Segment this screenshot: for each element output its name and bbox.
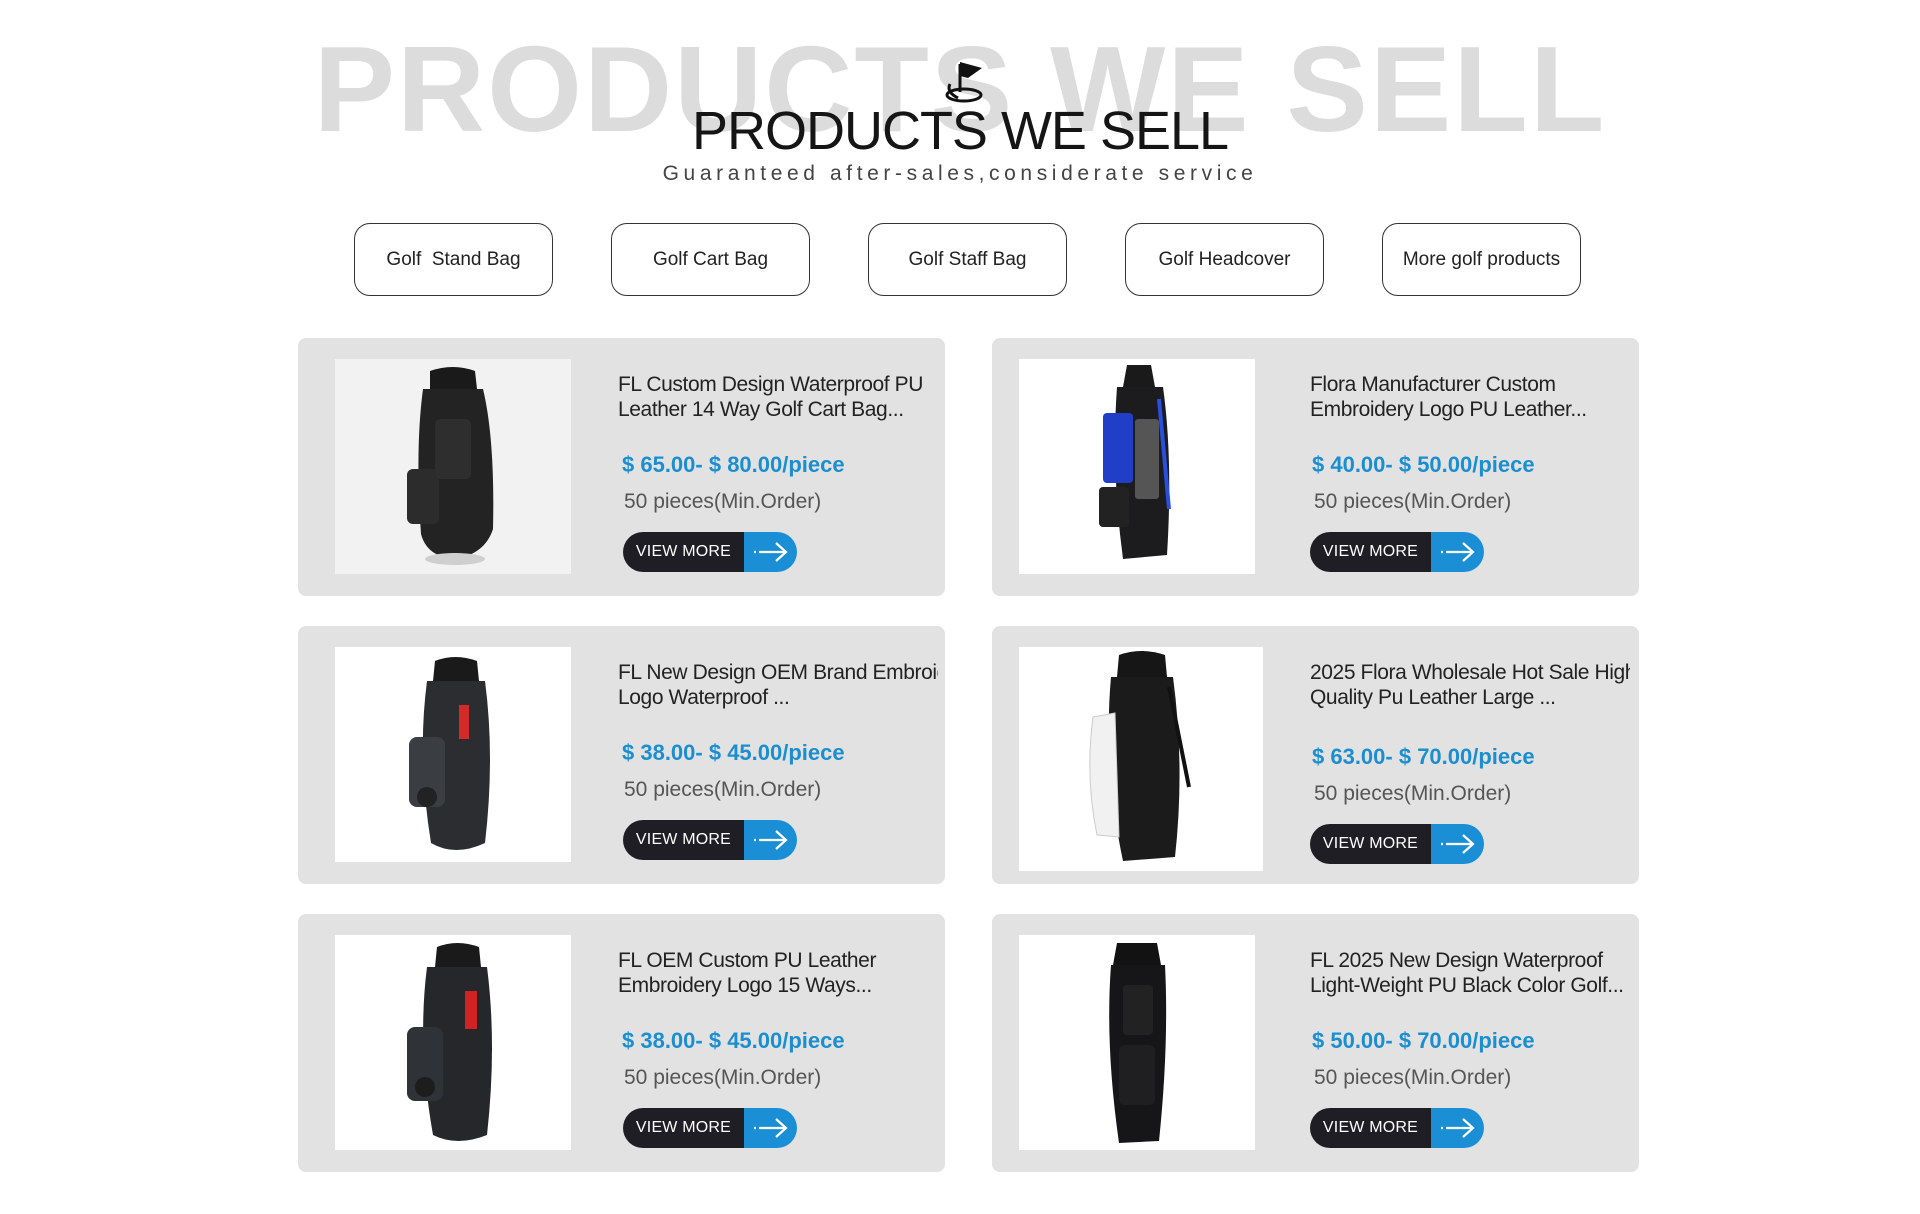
product-min-order: 50 pieces(Min.Order)	[1314, 782, 1512, 805]
tab-golf-staff-bag[interactable]: Golf Staff Bag	[868, 223, 1067, 296]
view-more-label: VIEW MORE	[1310, 532, 1431, 572]
arrow-right-icon	[744, 532, 797, 572]
product-title[interactable]: FL OEM Custom PU Leather Embroidery Logo…	[618, 948, 938, 998]
arrow-right-icon	[744, 820, 797, 860]
product-title[interactable]: FL New Design OEM Brand Embroidery Logo …	[618, 660, 938, 710]
product-price: $ 38.00- $ 45.00/piece	[622, 740, 845, 765]
section-header: PRODUCTS WE SELL PRODUCTS WE SELL Guaran…	[0, 0, 1920, 200]
product-title[interactable]: 2025 Flora Wholesale Hot Sale High Quali…	[1310, 660, 1630, 710]
view-more-label: VIEW MORE	[1310, 824, 1431, 864]
product-min-order: 50 pieces(Min.Order)	[624, 778, 822, 801]
product-image[interactable]	[1019, 647, 1263, 871]
product-image[interactable]	[335, 359, 571, 574]
golf-flag-icon	[945, 62, 983, 103]
view-more-button[interactable]: VIEW MORE	[623, 532, 797, 572]
product-image[interactable]	[335, 935, 571, 1150]
arrow-right-icon	[1431, 1108, 1484, 1148]
arrow-right-icon	[1431, 824, 1484, 864]
product-card: FL 2025 New Design Waterproof Light-Weig…	[992, 914, 1639, 1172]
product-card: FL OEM Custom PU Leather Embroidery Logo…	[298, 914, 945, 1172]
product-min-order: 50 pieces(Min.Order)	[1314, 1066, 1512, 1089]
black-golf-cart-bag-icon	[407, 367, 494, 565]
black-red-golf-cart-bag-icon	[407, 943, 492, 1141]
category-tabs: Golf Stand Bag Golf Cart Bag Golf Staff …	[354, 223, 1584, 297]
view-more-button[interactable]: VIEW MORE	[1310, 532, 1484, 572]
product-price: $ 63.00- $ 70.00/piece	[1312, 744, 1535, 769]
product-title[interactable]: FL Custom Design Waterproof PU Leather 1…	[618, 372, 938, 422]
product-card: FL Custom Design Waterproof PU Leather 1…	[298, 338, 945, 596]
view-more-button[interactable]: VIEW MORE	[623, 820, 797, 860]
view-more-button[interactable]: VIEW MORE	[1310, 824, 1484, 864]
product-min-order: 50 pieces(Min.Order)	[624, 490, 822, 513]
product-image[interactable]	[335, 647, 571, 862]
product-card: 2025 Flora Wholesale Hot Sale High Quali…	[992, 626, 1639, 884]
product-price: $ 38.00- $ 45.00/piece	[622, 1028, 845, 1053]
grey-red-golf-cart-bag-icon	[409, 657, 490, 850]
product-card: FL New Design OEM Brand Embroidery Logo …	[298, 626, 945, 884]
tab-golf-stand-bag[interactable]: Golf Stand Bag	[354, 223, 553, 296]
product-price: $ 65.00- $ 80.00/piece	[622, 452, 845, 477]
product-min-order: 50 pieces(Min.Order)	[1314, 490, 1512, 513]
product-title[interactable]: Flora Manufacturer Custom Embroidery Log…	[1310, 372, 1630, 422]
product-card: Flora Manufacturer Custom Embroidery Log…	[992, 338, 1639, 596]
view-more-label: VIEW MORE	[623, 532, 744, 572]
page-subtitle: Guaranteed after-sales,considerate servi…	[662, 162, 1258, 185]
tab-golf-headcover[interactable]: Golf Headcover	[1125, 223, 1324, 296]
product-min-order: 50 pieces(Min.Order)	[624, 1066, 822, 1089]
product-image[interactable]	[1019, 359, 1255, 574]
product-price: $ 50.00- $ 70.00/piece	[1312, 1028, 1535, 1053]
view-more-button[interactable]: VIEW MORE	[1310, 1108, 1484, 1148]
view-more-label: VIEW MORE	[623, 820, 744, 860]
view-more-button[interactable]: VIEW MORE	[623, 1108, 797, 1148]
page-title: PRODUCTS WE SELL	[691, 101, 1229, 161]
arrow-right-icon	[1431, 532, 1484, 572]
product-title[interactable]: FL 2025 New Design Waterproof Light-Weig…	[1310, 948, 1630, 998]
black-white-golf-cart-bag-icon	[1089, 651, 1191, 861]
product-price: $ 40.00- $ 50.00/piece	[1312, 452, 1535, 477]
view-more-label: VIEW MORE	[623, 1108, 744, 1148]
blue-black-golf-cart-bag-icon	[1099, 365, 1171, 559]
arrow-right-icon	[744, 1108, 797, 1148]
product-image[interactable]	[1019, 935, 1255, 1150]
view-more-label: VIEW MORE	[1310, 1108, 1431, 1148]
black-staff-golf-bag-icon	[1109, 943, 1167, 1143]
tab-more-golf-products[interactable]: More golf products	[1382, 223, 1581, 296]
tab-golf-cart-bag[interactable]: Golf Cart Bag	[611, 223, 810, 296]
